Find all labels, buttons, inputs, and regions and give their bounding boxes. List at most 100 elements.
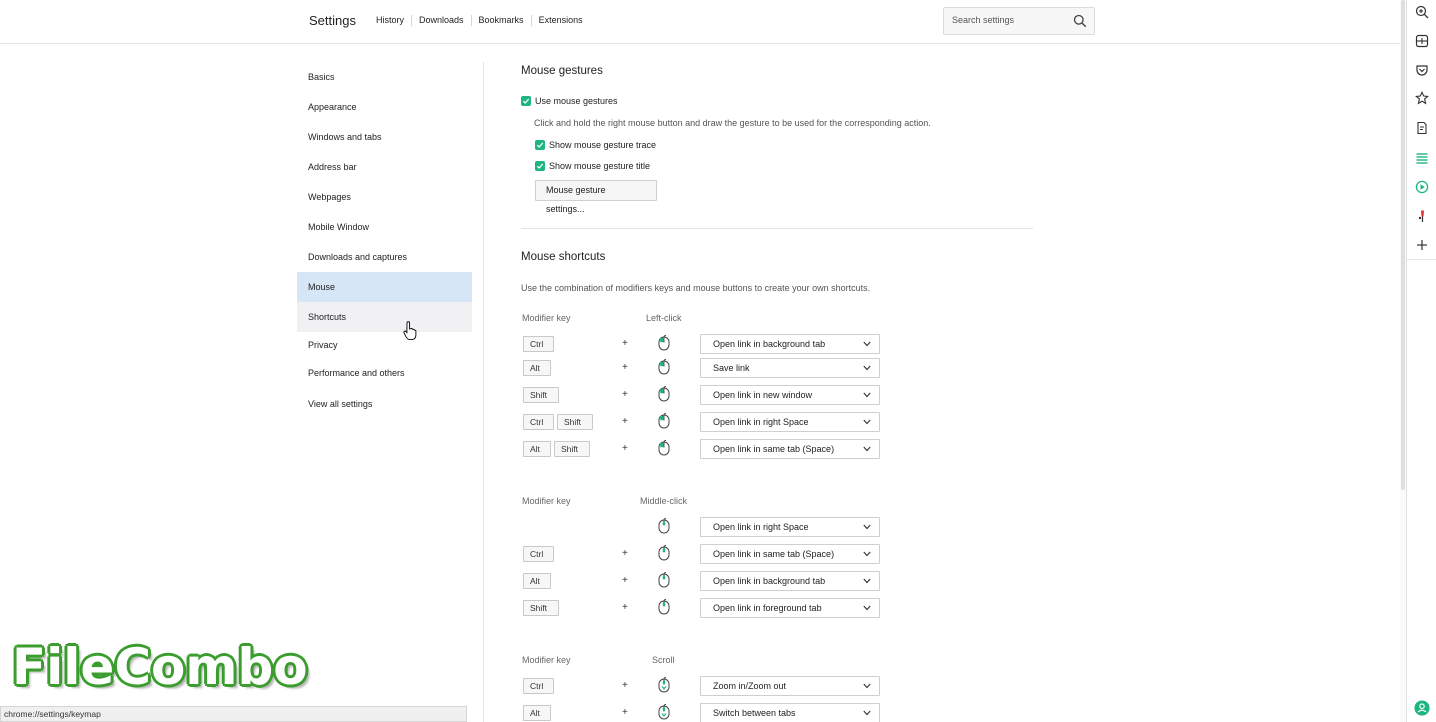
left-click-mouse-icon [658, 413, 670, 429]
nav-downloads[interactable]: Downloads [412, 15, 472, 26]
nav-divider [483, 62, 484, 722]
nav-item-view-all-settings[interactable]: View all settings [297, 389, 472, 419]
left-click-header: Left-click [646, 313, 682, 323]
chevron-down-icon[interactable] [863, 578, 871, 584]
middle-click-header: Middle-click [640, 496, 688, 506]
plus-sign: + [622, 680, 628, 691]
nav-item-downloads-and-captures[interactable]: Downloads and captures [297, 242, 472, 272]
show-title-label: Show mouse gesture title [549, 161, 651, 171]
nav-item-mobile-window[interactable]: Mobile Window [297, 212, 472, 242]
left-click-action-select[interactable]: Save link [700, 358, 880, 378]
chevron-down-icon[interactable] [863, 446, 871, 452]
nav-extensions[interactable]: Extensions [532, 15, 590, 26]
left-click-action-select[interactable]: Open link in new window [700, 385, 880, 405]
modifier-key-ctrl[interactable]: Ctrl [523, 414, 554, 430]
modifier-key-alt[interactable]: Alt [523, 441, 551, 457]
middle-click-action-select[interactable]: Open link in background tab [700, 571, 880, 591]
top-bar: Settings History Downloads Bookmarks Ext… [0, 0, 1406, 44]
modifier-key-shift[interactable]: Shift [554, 441, 590, 457]
modifier-key-alt[interactable]: Alt [523, 573, 551, 589]
middle-click-action-select[interactable]: Open link in right Space [700, 517, 880, 537]
nav-item-privacy[interactable]: Privacy [297, 332, 472, 359]
chevron-down-icon[interactable] [863, 551, 871, 557]
mouse-gesture-settings-button[interactable]: Mouse gesture settings... [535, 180, 657, 214]
scroll-header: Scroll [652, 655, 675, 665]
modifier-key-shift[interactable]: Shift [523, 387, 559, 403]
nav-item-address-bar[interactable]: Address bar [297, 152, 472, 182]
select-value: Open link in right Space [713, 417, 809, 427]
select-value: Zoom in/Zoom out [713, 681, 787, 691]
select-value: Open link in background tab [713, 339, 826, 349]
account-icon[interactable] [1414, 700, 1430, 716]
checkbox-checked-icon[interactable] [521, 96, 531, 106]
left-click-mouse-icon [658, 386, 670, 402]
middle-click-mouse-icon [658, 545, 670, 561]
plus-sign: + [622, 416, 628, 427]
modifier-key-shift[interactable]: Shift [557, 414, 593, 430]
search-box[interactable] [943, 7, 1095, 35]
nav-item-shortcuts[interactable]: Shortcuts [297, 302, 472, 332]
search-input[interactable] [952, 15, 1072, 25]
middle-click-mouse-icon [658, 572, 670, 588]
modifier-key-shift[interactable]: Shift [523, 600, 559, 616]
middle-click-action-select[interactable]: Open link in foreground tab [700, 598, 880, 618]
left-click-mouse-icon [658, 359, 670, 375]
pocket-icon[interactable] [1414, 62, 1430, 78]
plus-icon[interactable] [1414, 237, 1430, 253]
modifier-key-ctrl[interactable]: Ctrl [523, 546, 554, 562]
plus-sign: + [622, 602, 628, 613]
middle-click-action-select[interactable]: Open link in same tab (Space) [700, 544, 880, 564]
nav-bookmarks[interactable]: Bookmarks [472, 15, 532, 26]
nav-history[interactable]: History [376, 15, 413, 26]
scroll-action-select[interactable]: Switch between tabs [700, 703, 880, 722]
search-icon[interactable] [1073, 14, 1087, 28]
plus-sign: + [622, 338, 628, 349]
chevron-down-icon[interactable] [863, 341, 871, 347]
pin-icon[interactable] [1414, 208, 1430, 224]
hand-cursor-icon [403, 321, 417, 341]
modifier-key-alt[interactable]: Alt [523, 705, 551, 721]
nav-item-basics[interactable]: Basics [297, 62, 472, 92]
modifier-key-ctrl[interactable]: Ctrl [523, 336, 554, 352]
nav-item-webpages[interactable]: Webpages [297, 182, 472, 212]
left-click-action-select[interactable]: Open link in right Space [700, 412, 880, 432]
shortcuts-description: Use the combination of modifiers keys an… [521, 283, 871, 293]
show-title-checkbox[interactable]: Show mouse gesture title [535, 161, 650, 171]
left-click-action-select[interactable]: Open link in background tab [700, 334, 880, 354]
modifier-key-alt[interactable]: Alt [523, 360, 551, 376]
plus-sign: + [622, 389, 628, 400]
sidebar-separator [1407, 259, 1436, 260]
chevron-down-icon[interactable] [863, 524, 871, 530]
plus-sign: + [622, 575, 628, 586]
chevron-down-icon[interactable] [863, 605, 871, 611]
chevron-down-icon[interactable] [863, 683, 871, 689]
nav-item-windows-and-tabs[interactable]: Windows and tabs [297, 122, 472, 152]
nav-item-mouse[interactable]: Mouse [297, 272, 472, 302]
checkbox-checked-icon[interactable] [535, 140, 545, 150]
use-mouse-gestures-checkbox[interactable]: Use mouse gestures [521, 96, 618, 106]
chevron-down-icon[interactable] [863, 419, 871, 425]
chevron-down-icon[interactable] [863, 392, 871, 398]
notes-icon[interactable] [1414, 120, 1430, 136]
scrollbar-thumb[interactable] [1401, 0, 1405, 490]
modifier-key-ctrl[interactable]: Ctrl [523, 678, 554, 694]
select-value: Open link in new window [713, 390, 813, 400]
checkbox-checked-icon[interactable] [535, 161, 545, 171]
select-value: Open link in right Space [713, 522, 809, 532]
left-click-action-select[interactable]: Open link in same tab (Space) [700, 439, 880, 459]
select-value: Open link in same tab (Space) [713, 549, 835, 559]
left-click-mouse-icon [658, 440, 670, 456]
play-icon[interactable] [1414, 179, 1430, 195]
split-screen-icon[interactable] [1414, 33, 1430, 49]
scroll-click-mouse-icon [658, 677, 670, 693]
chevron-down-icon[interactable] [863, 365, 871, 371]
star-icon[interactable] [1414, 90, 1430, 106]
nav-item-performance-and-others[interactable]: Performance and others [297, 359, 472, 389]
list-icon[interactable] [1414, 150, 1430, 166]
modifier-key-header: Modifier key [522, 655, 571, 665]
chevron-down-icon[interactable] [863, 710, 871, 716]
nav-item-appearance[interactable]: Appearance [297, 92, 472, 122]
scroll-action-select[interactable]: Zoom in/Zoom out [700, 676, 880, 696]
zoom-icon[interactable] [1414, 4, 1430, 20]
show-trace-checkbox[interactable]: Show mouse gesture trace [535, 140, 656, 150]
